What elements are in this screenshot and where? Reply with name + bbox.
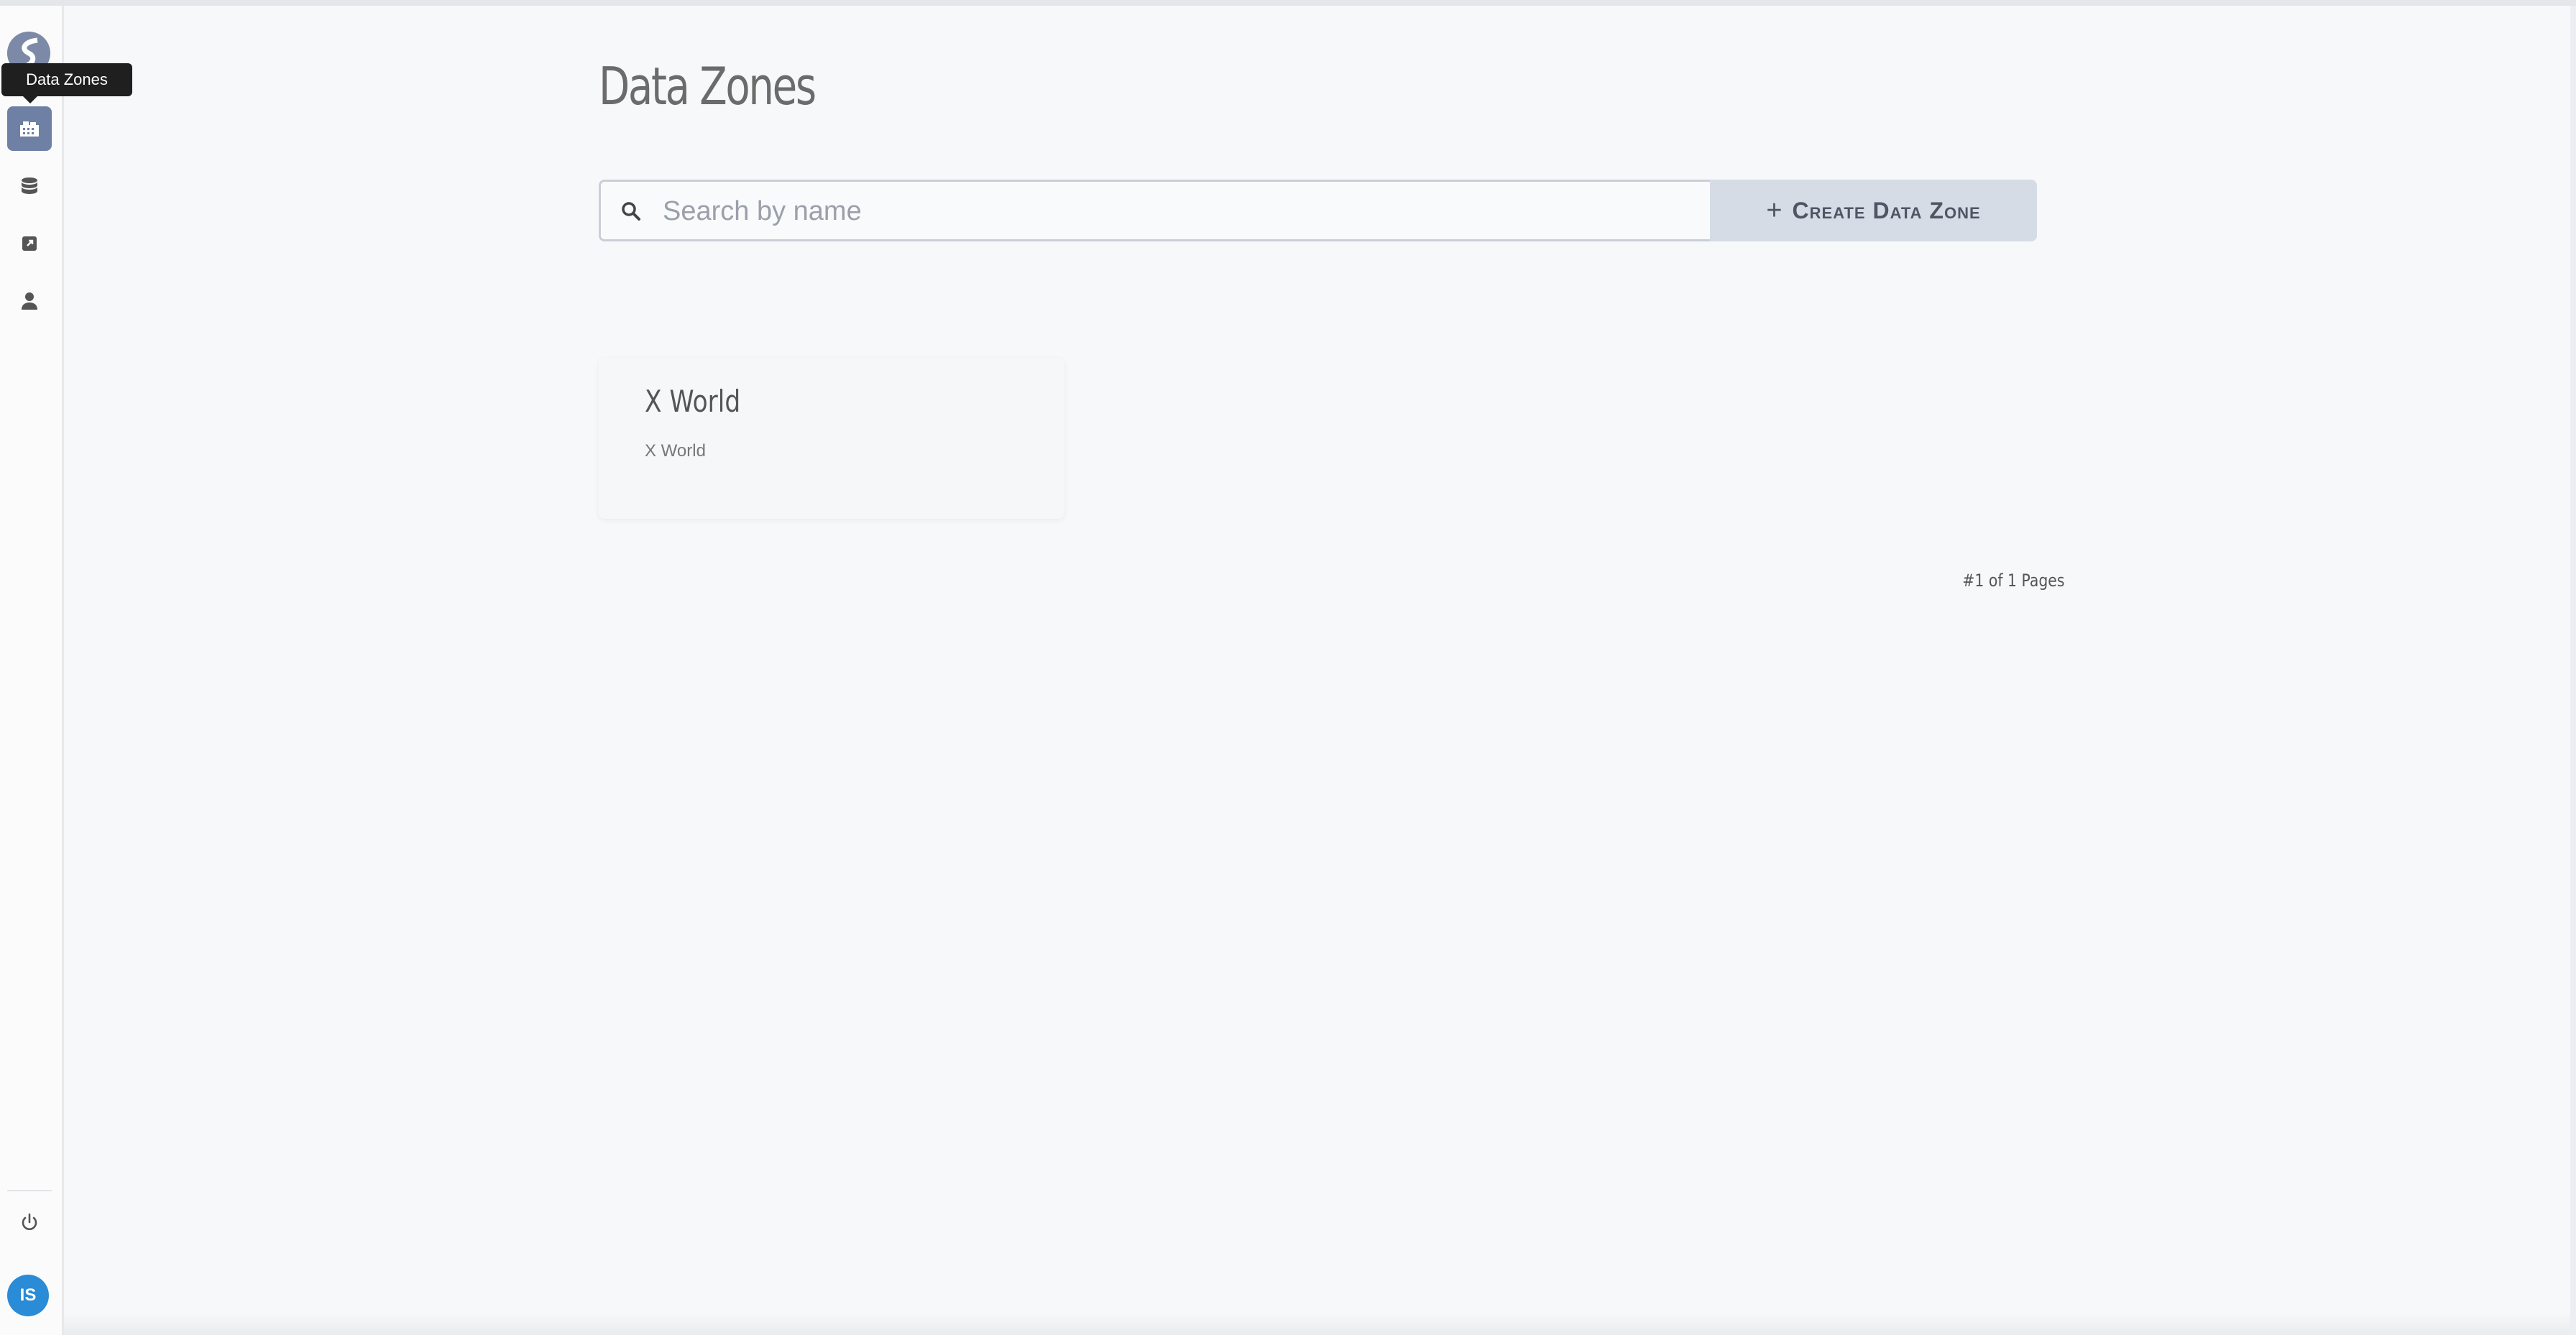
search-input[interactable]: [661, 182, 1699, 241]
user-icon: [22, 292, 37, 310]
window-edge: [2570, 6, 2576, 1335]
top-border: [0, 0, 2576, 6]
sidebar-item-external[interactable]: [7, 221, 52, 266]
create-data-zone-button[interactable]: + Create Data Zone: [1710, 180, 2037, 241]
sidebar-item-users[interactable]: [7, 279, 52, 323]
tooltip-data-zones: Data Zones: [1, 63, 132, 103]
data-zone-card[interactable]: X World X World: [599, 358, 1064, 519]
external-link-icon: [22, 236, 37, 251]
building-icon: [20, 121, 39, 137]
database-icon: [22, 177, 37, 194]
search-box: [599, 180, 1711, 241]
power-icon: [22, 1213, 37, 1230]
sidebar-item-databases[interactable]: [7, 164, 52, 208]
sidebar-item-data-zones[interactable]: [7, 106, 52, 151]
logout-button[interactable]: [7, 1200, 52, 1244]
data-zone-description: X World: [645, 441, 706, 461]
sidebar: IS: [0, 6, 64, 1335]
create-data-zone-label: Create Data Zone: [1792, 197, 1981, 223]
avatar[interactable]: IS: [7, 1275, 49, 1316]
pagination-info: #1 of 1 Pages: [1962, 571, 2065, 591]
page-title: Data Zones: [599, 56, 816, 116]
bottom-shadow: [64, 1312, 2570, 1335]
plus-icon: +: [1766, 195, 1782, 226]
data-zone-name: X World: [645, 384, 741, 419]
search-icon: [622, 202, 640, 221]
sidebar-divider: [7, 1190, 52, 1191]
